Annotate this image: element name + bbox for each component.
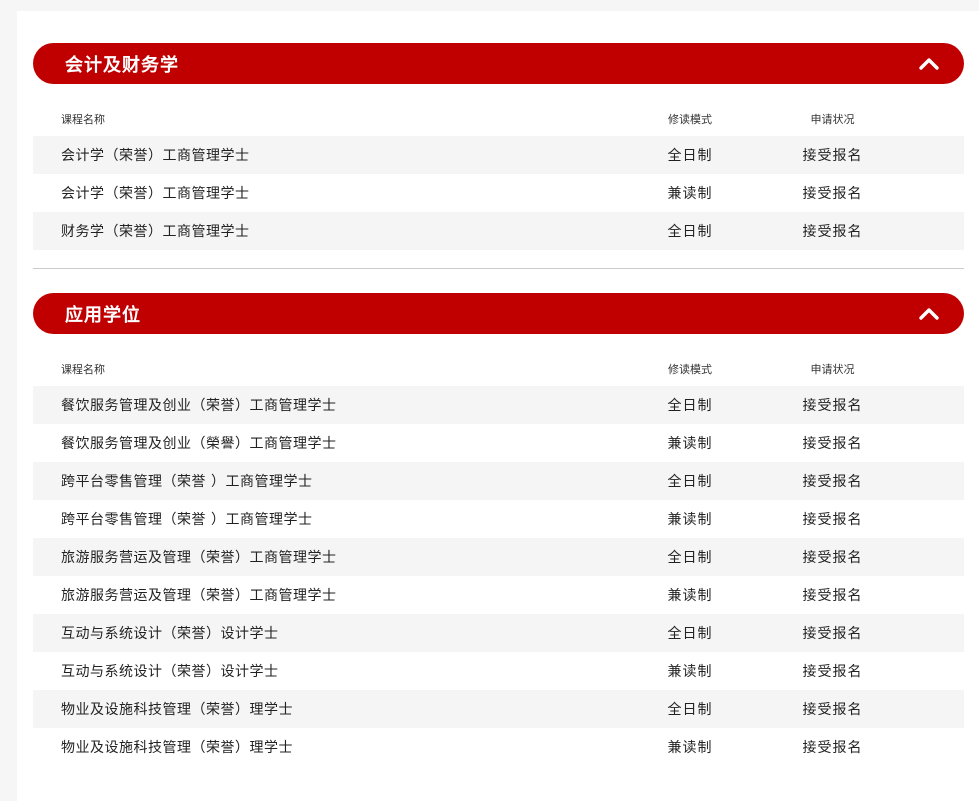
table-row[interactable]: 会计学（荣誉）工商管理学士 全日制 接受报名 — [33, 136, 964, 174]
course-name[interactable]: 物业及设施科技管理（荣誉）理学士 — [33, 699, 640, 719]
application-status: 接受报名 — [802, 550, 863, 566]
application-status: 接受报名 — [802, 626, 863, 642]
accordion-header[interactable]: 会计及财务学 — [33, 43, 964, 84]
course-name[interactable]: 互动与系统设计（荣誉）设计学士 — [33, 661, 640, 681]
study-mode: 全日制 — [667, 626, 713, 642]
study-mode: 兼读制 — [667, 740, 713, 756]
course-name[interactable]: 餐饮服务管理及创业（榮譽）工商管理学士 — [33, 433, 640, 453]
column-header-mode: 修读模式 — [668, 112, 712, 126]
table-row[interactable]: 旅游服务营运及管理（荣誉）工商管理学士 兼读制 接受报名 — [33, 576, 964, 614]
application-status: 接受报名 — [802, 664, 863, 680]
course-name[interactable]: 互动与系统设计（荣誉）设计学士 — [33, 623, 640, 643]
course-name[interactable]: 跨平台零售管理（荣誉 ）工商管理学士 — [33, 471, 640, 491]
table-header: 课程名称 修读模式 申请状况 — [33, 351, 964, 386]
table-row[interactable]: 物业及设施科技管理（荣誉）理学士 兼读制 接受报名 — [33, 728, 964, 766]
course-name[interactable]: 旅游服务营运及管理（荣誉）工商管理学士 — [33, 585, 640, 605]
accordion-header[interactable]: 应用学位 — [33, 293, 964, 334]
application-status: 接受报名 — [802, 436, 863, 452]
study-mode: 兼读制 — [667, 512, 713, 528]
table-row[interactable]: 跨平台零售管理（荣誉 ）工商管理学士 全日制 接受报名 — [33, 462, 964, 500]
section-title: 会计及财务学 — [65, 54, 179, 76]
course-name[interactable]: 会计学（荣誉）工商管理学士 — [33, 183, 640, 203]
table-row[interactable]: 财务学（荣誉）工商管理学士 全日制 接受报名 — [33, 212, 964, 250]
course-name[interactable]: 物业及设施科技管理（荣誉）理学士 — [33, 737, 640, 757]
study-mode: 全日制 — [667, 474, 713, 490]
section-title: 应用学位 — [65, 304, 141, 326]
application-status: 接受报名 — [802, 474, 863, 490]
application-status: 接受报名 — [802, 512, 863, 528]
application-status: 接受报名 — [802, 702, 863, 718]
study-mode: 全日制 — [667, 224, 713, 240]
column-header-status: 申请状况 — [810, 112, 855, 126]
study-mode: 兼读制 — [667, 588, 713, 604]
study-mode: 全日制 — [667, 148, 713, 164]
page-content: 会计及财务学 课程名称 修读模式 申请状况 会计学（荣誉）工商管理学士 全日制 … — [17, 11, 979, 801]
chevron-up-icon[interactable] — [918, 307, 940, 321]
study-mode: 兼读制 — [667, 436, 713, 452]
course-name[interactable]: 跨平台零售管理（荣誉 ）工商管理学士 — [33, 509, 640, 529]
column-header-name: 课程名称 — [61, 362, 105, 376]
study-mode: 全日制 — [667, 398, 713, 414]
course-name[interactable]: 财务学（荣誉）工商管理学士 — [33, 221, 640, 241]
study-mode: 兼读制 — [667, 186, 713, 202]
column-header-name: 课程名称 — [61, 112, 105, 126]
study-mode: 全日制 — [667, 702, 713, 718]
chevron-up-icon[interactable] — [918, 57, 940, 71]
table-row[interactable]: 跨平台零售管理（荣誉 ）工商管理学士 兼读制 接受报名 — [33, 500, 964, 538]
column-header-mode: 修读模式 — [668, 362, 712, 376]
study-mode: 兼读制 — [667, 664, 713, 680]
course-name[interactable]: 旅游服务营运及管理（荣誉）工商管理学士 — [33, 547, 640, 567]
application-status: 接受报名 — [802, 186, 863, 202]
table-row[interactable]: 餐饮服务管理及创业（榮譽）工商管理学士 兼读制 接受报名 — [33, 424, 964, 462]
course-name[interactable]: 会计学（荣誉）工商管理学士 — [33, 145, 640, 165]
application-status: 接受报名 — [802, 588, 863, 604]
application-status: 接受报名 — [802, 224, 863, 240]
table-row[interactable]: 会计学（荣誉）工商管理学士 兼读制 接受报名 — [33, 174, 964, 212]
table-header: 课程名称 修读模式 申请状况 — [33, 101, 964, 136]
study-mode: 全日制 — [667, 550, 713, 566]
course-name[interactable]: 餐饮服务管理及创业（荣誉）工商管理学士 — [33, 395, 640, 415]
column-header-status: 申请状况 — [810, 362, 855, 376]
application-status: 接受报名 — [802, 148, 863, 164]
application-status: 接受报名 — [802, 398, 863, 414]
application-status: 接受报名 — [802, 740, 863, 756]
table-row[interactable]: 互动与系统设计（荣誉）设计学士 兼读制 接受报名 — [33, 652, 964, 690]
course-list: 餐饮服务管理及创业（荣誉）工商管理学士 全日制 接受报名 餐饮服务管理及创业（榮… — [33, 386, 964, 766]
table-row[interactable]: 旅游服务营运及管理（荣誉）工商管理学士 全日制 接受报名 — [33, 538, 964, 576]
table-row[interactable]: 物业及设施科技管理（荣誉）理学士 全日制 接受报名 — [33, 690, 964, 728]
table-row[interactable]: 互动与系统设计（荣誉）设计学士 全日制 接受报名 — [33, 614, 964, 652]
section-divider — [33, 268, 964, 269]
section-accounting-finance: 会计及财务学 课程名称 修读模式 申请状况 会计学（荣誉）工商管理学士 全日制 … — [33, 43, 964, 250]
section-applied-degree: 应用学位 课程名称 修读模式 申请状况 餐饮服务管理及创业（荣誉）工商管理学士 … — [33, 293, 964, 766]
table-row[interactable]: 餐饮服务管理及创业（荣誉）工商管理学士 全日制 接受报名 — [33, 386, 964, 424]
course-list: 会计学（荣誉）工商管理学士 全日制 接受报名 会计学（荣誉）工商管理学士 兼读制… — [33, 136, 964, 250]
